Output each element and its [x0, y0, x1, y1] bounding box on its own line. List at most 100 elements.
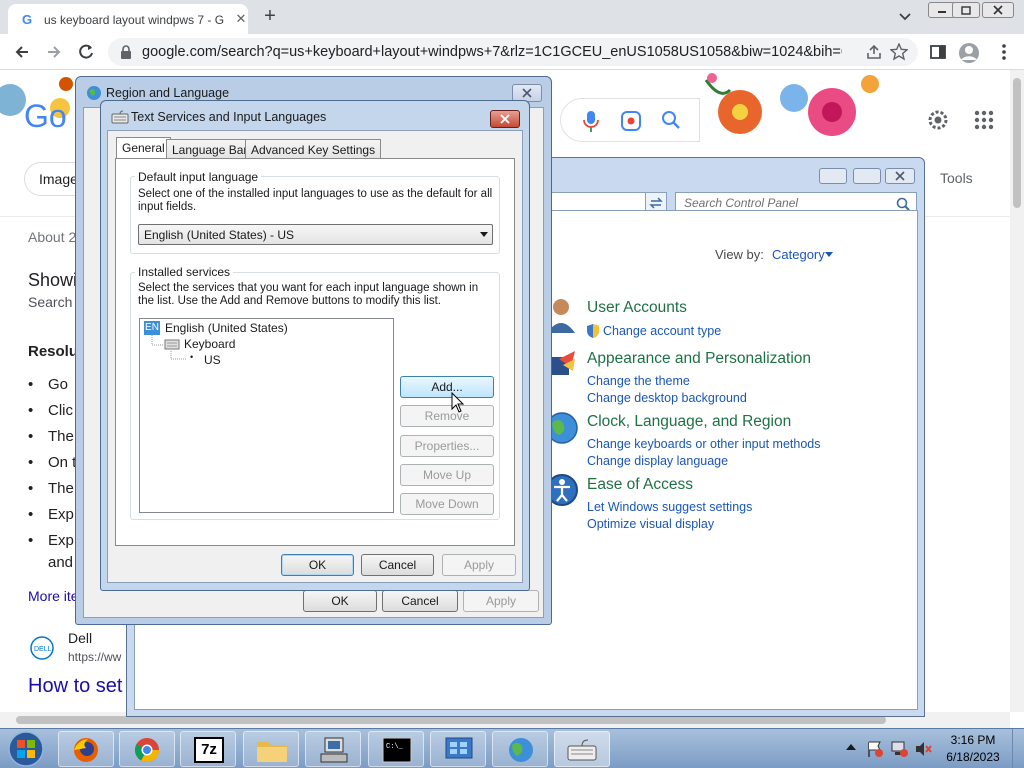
result-title-link[interactable]: How to set — [28, 675, 122, 698]
browser-tabstrip: G us keyboard layout windpws 7 - G ✕ + g… — [0, 0, 1024, 70]
resolution-heading: Resolu — [28, 343, 79, 360]
tab-advanced-key-settings[interactable]: Advanced Key Settings — [245, 139, 382, 159]
user-accounts-link[interactable]: User Accounts — [587, 299, 687, 317]
network-icon[interactable] — [890, 740, 908, 758]
clock-language-region-link[interactable]: Clock, Language, and Region — [587, 413, 791, 431]
move-up-button[interactable]: Move Up — [400, 464, 494, 486]
bookmark-star-icon[interactable] — [890, 43, 908, 61]
chevron-down-icon — [825, 252, 833, 257]
microphone-icon[interactable] — [583, 111, 599, 133]
taskbar-network-admin[interactable] — [305, 731, 361, 767]
more-items-link[interactable]: More ite — [28, 588, 79, 604]
chrome-icon — [134, 738, 159, 763]
firefox-icon — [74, 738, 98, 762]
tab-close-icon[interactable]: ✕ — [232, 10, 250, 28]
google-favicon-icon: G — [22, 12, 33, 27]
share-icon[interactable] — [866, 44, 882, 60]
result-stats: About 2 — [28, 229, 77, 245]
svg-text:C:\_: C:\_ — [386, 743, 404, 751]
language-badge: EN — [144, 321, 160, 335]
keyboard-icon — [111, 110, 129, 124]
clock-date[interactable]: 6/18/2023 — [940, 750, 1006, 764]
clock-time[interactable]: 3:16 PM — [940, 733, 1006, 747]
profile-avatar-icon[interactable] — [958, 42, 979, 63]
search-icon[interactable] — [661, 110, 681, 130]
reload-icon[interactable] — [76, 42, 96, 62]
ts-cancel-button[interactable]: Cancel — [361, 554, 434, 576]
url-text: google.com/search?q=us+keyboard+layout+w… — [142, 44, 842, 60]
google-logo[interactable]: Go — [24, 98, 67, 135]
side-panel-icon[interactable] — [928, 42, 948, 62]
scroll-thumb[interactable] — [16, 716, 886, 724]
taskbar-text-services[interactable] — [554, 731, 610, 767]
address-bar[interactable]: google.com/search?q=us+keyboard+layout+w… — [108, 38, 918, 66]
taskbar-chrome[interactable] — [119, 731, 175, 767]
google-doodle-flowers — [700, 70, 900, 146]
cp-minimize-button[interactable] — [819, 168, 847, 184]
start-button[interactable] — [6, 729, 46, 768]
taskbar-explorer[interactable] — [243, 731, 299, 767]
ts-close-button[interactable] — [490, 110, 520, 128]
vertical-scrollbar[interactable] — [1010, 70, 1024, 712]
taskbar-firefox[interactable] — [58, 731, 114, 767]
appearance-personalization-link[interactable]: Appearance and Personalization — [587, 350, 811, 368]
globe-icon — [509, 738, 533, 762]
region-dialog-title: Region and Language — [106, 86, 230, 100]
dell-logo-icon: DELL — [30, 636, 54, 660]
keyboard-category-icon — [164, 337, 180, 351]
change-desktop-background-link[interactable]: Change desktop background — [587, 391, 747, 405]
show-desktop-button[interactable] — [1012, 729, 1024, 768]
taskbar-cmd[interactable]: C:\_ — [368, 731, 424, 767]
ts-ok-button[interactable]: OK — [281, 554, 354, 576]
tools-button[interactable]: Tools — [940, 170, 973, 186]
ts-apply-button[interactable]: Apply — [442, 554, 516, 576]
region-apply-button[interactable]: Apply — [463, 590, 539, 612]
back-icon[interactable] — [12, 42, 32, 62]
search-box-right[interactable] — [560, 98, 700, 142]
change-display-language-link[interactable]: Change display language — [587, 454, 728, 468]
default-language-dropdown[interactable]: English (United States) - US — [138, 224, 493, 245]
add-button[interactable]: Add... — [400, 376, 494, 398]
remove-button[interactable]: Remove — [400, 405, 494, 427]
cp-close-button[interactable] — [885, 168, 915, 184]
services-tree[interactable]: EN English (United States) Keyboard • US — [139, 318, 394, 513]
taskbar-7zip[interactable]: 7z — [180, 731, 236, 767]
source-url: https://ww — [68, 650, 122, 664]
action-center-flag-icon[interactable] — [866, 740, 884, 758]
tab-language-bar[interactable]: Language Bar — [166, 139, 254, 159]
cp-maximize-button[interactable] — [853, 168, 881, 184]
settings-gear-icon[interactable] — [926, 108, 950, 132]
new-tab-icon[interactable]: + — [258, 4, 282, 28]
taskbar-control-panel[interactable] — [430, 731, 486, 767]
kebab-menu-icon[interactable] — [994, 42, 1014, 62]
show-hidden-icons[interactable] — [846, 743, 856, 751]
scroll-thumb[interactable] — [1013, 78, 1021, 208]
apps-grid-icon[interactable] — [974, 110, 994, 130]
taskbar-region-language[interactable] — [492, 731, 548, 767]
tree-item-keyboard[interactable]: Keyboard — [184, 337, 235, 351]
7zip-icon: 7z — [194, 737, 224, 763]
change-theme-link[interactable]: Change the theme — [587, 374, 690, 388]
region-cancel-button[interactable]: Cancel — [382, 590, 458, 612]
list-item: Clic — [48, 402, 73, 419]
view-by-dropdown[interactable]: Category — [772, 247, 825, 262]
region-ok-button[interactable]: OK — [303, 590, 377, 612]
browser-tab[interactable]: G us keyboard layout windpws 7 - G ✕ — [8, 4, 248, 34]
ease-of-access-link[interactable]: Ease of Access — [587, 476, 693, 494]
let-windows-suggest-link[interactable]: Let Windows suggest settings — [587, 500, 752, 514]
lens-icon[interactable] — [621, 111, 641, 131]
volume-muted-icon[interactable] — [914, 740, 932, 758]
move-down-button[interactable]: Move Down — [400, 493, 494, 515]
restore-button[interactable] — [952, 2, 980, 18]
optimize-visual-display-link[interactable]: Optimize visual display — [587, 517, 714, 531]
change-keyboards-link[interactable]: Change keyboards or other input methods — [587, 437, 820, 451]
tab-general[interactable]: General — [116, 137, 171, 159]
explorer-icon — [257, 742, 287, 762]
tree-item-language[interactable]: English (United States) — [165, 321, 288, 335]
close-window-button[interactable] — [982, 2, 1014, 18]
properties-button[interactable]: Properties... — [400, 435, 494, 457]
change-account-type-link[interactable]: Change account type — [603, 324, 721, 338]
forward-icon[interactable] — [44, 42, 64, 62]
chevron-down-icon[interactable] — [894, 6, 916, 28]
tree-item-layout-us[interactable]: US — [204, 353, 221, 367]
